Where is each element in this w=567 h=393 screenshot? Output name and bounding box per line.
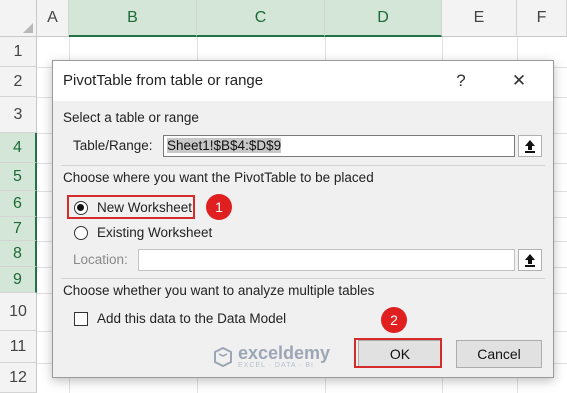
pivottable-dialog: PivotTable from table or range ? ✕ Selec… (52, 60, 554, 378)
column-header-e[interactable]: E (442, 0, 517, 37)
separator (61, 278, 545, 279)
row-header-4[interactable]: 4 (0, 133, 37, 163)
select-all-corner[interactable] (0, 0, 37, 37)
upload-arrow-icon (525, 254, 535, 267)
upload-arrow-icon (525, 140, 535, 153)
cancel-button[interactable]: Cancel (456, 340, 542, 368)
row-header-3[interactable]: 3 (0, 97, 37, 133)
location-label: Location: (73, 252, 128, 267)
dialog-title: PivotTable from table or range (63, 72, 264, 89)
existing-worksheet-radio[interactable] (74, 226, 88, 240)
column-header-b[interactable]: B (69, 0, 197, 37)
separator (61, 165, 545, 166)
watermark-name: exceldemy (238, 343, 331, 363)
exceldemy-logo-icon (214, 346, 232, 367)
step-1-badge: 1 (206, 194, 232, 220)
select-table-section-label: Select a table or range (63, 110, 199, 125)
row-header-6[interactable]: 6 (0, 191, 37, 217)
row-header-10[interactable]: 10 (0, 293, 37, 331)
table-range-value: Sheet1!$B$4:$D$9 (167, 138, 282, 153)
help-icon[interactable]: ? (446, 67, 476, 95)
step-2-badge: 2 (381, 307, 407, 333)
data-model-checkbox[interactable] (74, 312, 88, 326)
data-model-label[interactable]: Add this data to the Data Model (97, 311, 286, 326)
table-range-input[interactable]: Sheet1!$B$4:$D$9 (163, 135, 515, 157)
table-range-label: Table/Range: (73, 138, 153, 153)
column-header-a[interactable]: A (37, 0, 69, 37)
exceldemy-watermark: exceldemy EXCEL · DATA · BI (212, 344, 330, 369)
row-header-7[interactable]: 7 (0, 217, 37, 241)
column-header-d[interactable]: D (325, 0, 442, 37)
column-header-c[interactable]: C (197, 0, 325, 37)
table-range-picker-button[interactable] (518, 135, 542, 157)
row-header-2[interactable]: 2 (0, 67, 37, 97)
row-header-9[interactable]: 9 (0, 267, 37, 293)
location-picker-button[interactable] (518, 249, 542, 271)
column-header-f[interactable]: F (517, 0, 567, 37)
row-header-11[interactable]: 11 (0, 331, 37, 363)
close-icon[interactable]: ✕ (504, 67, 534, 95)
row-header-1[interactable]: 1 (0, 37, 37, 67)
dialog-titlebar[interactable]: PivotTable from table or range ? ✕ (53, 61, 553, 101)
watermark-tagline: EXCEL · DATA · BI (238, 362, 314, 369)
row-header-12[interactable]: 12 (0, 363, 37, 393)
row-header-5[interactable]: 5 (0, 163, 37, 191)
row-header-8[interactable]: 8 (0, 241, 37, 267)
location-input[interactable] (138, 249, 515, 271)
multiple-tables-section-label: Choose whether you want to analyze multi… (63, 283, 375, 298)
ok-button-highlight (354, 338, 442, 368)
placement-section-label: Choose where you want the PivotTable to … (63, 170, 374, 185)
new-worksheet-highlight (67, 195, 195, 219)
existing-worksheet-label[interactable]: Existing Worksheet (97, 225, 212, 240)
